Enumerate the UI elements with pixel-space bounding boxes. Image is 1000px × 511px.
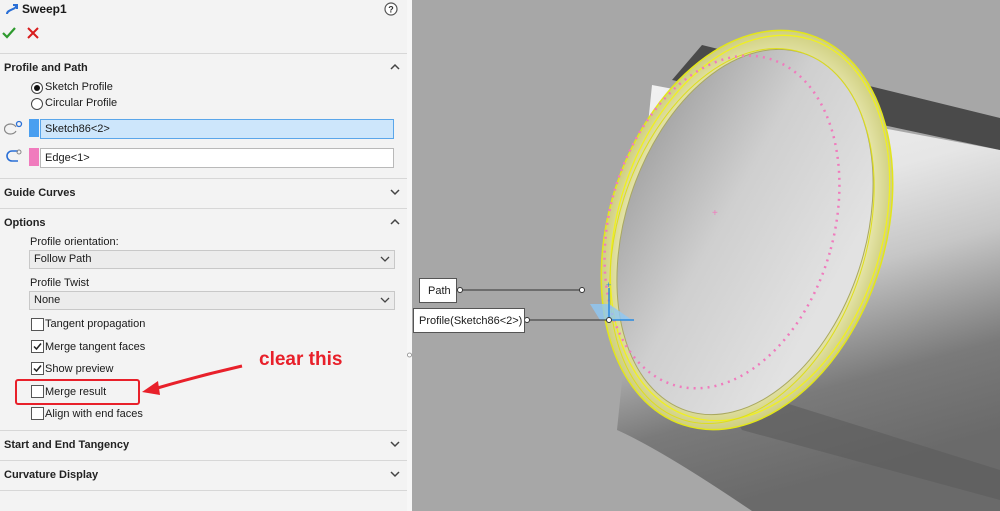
profile-icon bbox=[4, 120, 23, 135]
svg-text:+: + bbox=[606, 280, 611, 290]
profile-selection-field[interactable]: Sketch86<2> bbox=[40, 119, 394, 139]
sweep-icon bbox=[6, 4, 18, 15]
show-preview-checkbox[interactable] bbox=[31, 362, 44, 375]
merge-tangent-faces-label: Merge tangent faces bbox=[45, 341, 146, 353]
graphics-viewport[interactable]: + + Path Profile(Sketch86<2>) bbox=[412, 0, 1000, 511]
show-preview-label: Show preview bbox=[45, 363, 114, 375]
chevron-down-icon[interactable] bbox=[389, 468, 401, 480]
path-callout[interactable]: Path bbox=[419, 278, 457, 303]
help-icon[interactable]: ? bbox=[384, 2, 398, 16]
circular-profile-label: Circular Profile bbox=[45, 97, 118, 109]
feature-title: Sweep1 bbox=[22, 2, 67, 16]
chevron-down-icon[interactable] bbox=[389, 186, 401, 198]
annotation-text: clear this bbox=[259, 349, 343, 370]
checkmark-icon bbox=[33, 343, 42, 351]
section-guide-curves[interactable]: Guide Curves bbox=[0, 178, 407, 207]
profile-orientation-label: Profile orientation: bbox=[30, 236, 119, 248]
ok-icon[interactable] bbox=[1, 25, 17, 41]
path-selection-field[interactable]: Edge<1> bbox=[40, 148, 394, 168]
tangent-propagation-label: Tangent propagation bbox=[45, 318, 146, 330]
section-start-end-tangency[interactable]: Start and End Tangency bbox=[0, 430, 407, 459]
annotation-arrow bbox=[142, 364, 243, 395]
sketch-profile-label: Sketch Profile bbox=[45, 81, 113, 93]
tangent-propagation-checkbox[interactable] bbox=[31, 318, 44, 331]
profile-orientation-select[interactable]: Follow Path bbox=[29, 250, 395, 269]
circular-profile-radio[interactable] bbox=[31, 98, 43, 110]
profile-twist-label: Profile Twist bbox=[30, 277, 90, 289]
profile-color-swatch bbox=[29, 119, 39, 137]
model-view: + + bbox=[457, 29, 1000, 511]
chevron-up-icon[interactable] bbox=[389, 61, 401, 73]
chevron-down-icon bbox=[380, 256, 390, 262]
profile-twist-select[interactable]: None bbox=[29, 291, 395, 310]
cancel-icon[interactable] bbox=[26, 26, 40, 40]
profile-callout[interactable]: Profile(Sketch86<2>) bbox=[413, 308, 525, 333]
property-manager: Sweep1 ? Profile and Path Sketch Profile… bbox=[0, 0, 408, 511]
align-with-end-faces-label: Align with end faces bbox=[45, 408, 143, 420]
section-options[interactable]: Options bbox=[0, 208, 407, 237]
chevron-up-icon[interactable] bbox=[389, 216, 401, 228]
sketch-profile-radio[interactable] bbox=[31, 82, 43, 94]
checkmark-icon bbox=[33, 365, 42, 373]
chevron-down-icon bbox=[380, 297, 390, 303]
align-with-end-faces-checkbox[interactable] bbox=[31, 407, 44, 420]
merge-result-label: Merge result bbox=[45, 386, 107, 398]
path-icon bbox=[6, 149, 22, 162]
section-profile-and-path[interactable]: Profile and Path bbox=[0, 53, 407, 82]
chevron-down-icon[interactable] bbox=[389, 438, 401, 450]
path-color-swatch bbox=[29, 148, 39, 166]
svg-text:?: ? bbox=[388, 5, 394, 15]
merge-tangent-faces-checkbox[interactable] bbox=[31, 340, 44, 353]
merge-result-checkbox[interactable] bbox=[31, 385, 44, 398]
svg-text:+: + bbox=[712, 208, 718, 219]
section-curvature-display[interactable]: Curvature Display bbox=[0, 460, 407, 489]
